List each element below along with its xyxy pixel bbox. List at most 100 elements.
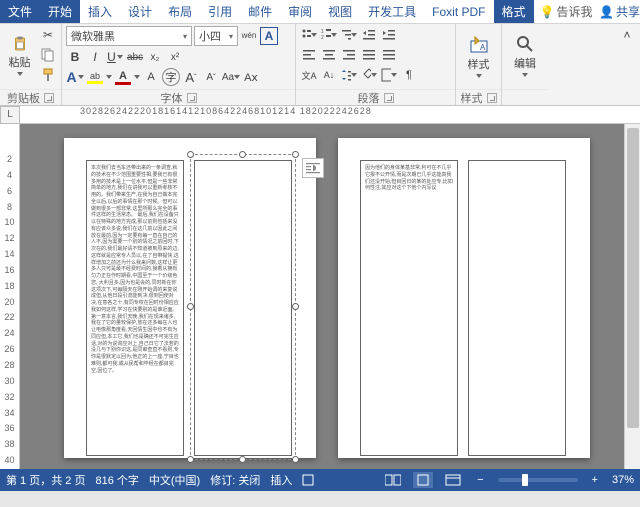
ruler-v-tick: 12 [4,233,14,247]
menu-view[interactable]: 视图 [320,0,360,23]
highlight-button[interactable]: ab [86,68,104,86]
chevron-down-icon[interactable] [106,75,112,79]
align-center-button[interactable] [320,46,338,64]
menu-layout[interactable]: 布局 [160,0,200,23]
resize-handle-ne[interactable] [292,151,299,158]
multilevel-list-button[interactable] [340,26,358,44]
status-word-count[interactable]: 816 个字 [95,472,138,488]
clear-formatting-button[interactable]: Aⅹ [242,68,260,86]
underline-button[interactable]: U [106,48,124,66]
menu-file[interactable]: 文件 [0,0,40,23]
menu-design[interactable]: 设计 [120,0,160,23]
indent-icon [382,28,396,42]
font-size-value: 小四 [199,28,221,44]
paste-label: 粘贴 [9,54,31,70]
shading-button[interactable] [360,66,378,84]
view-print-layout[interactable] [413,472,433,488]
font-size-combo[interactable]: 小四▾ [194,26,238,46]
phonetic-guide-button[interactable]: wén [240,27,258,45]
menu-format[interactable]: 格式 [494,0,534,23]
borders-button[interactable] [380,66,398,84]
bold-button[interactable]: B [66,48,84,66]
character-border-button[interactable]: A [260,27,278,45]
share[interactable]: 👤 共享 [599,0,640,23]
line-spacing-button[interactable] [340,66,358,84]
status-insert-mode[interactable]: 插入 [270,472,292,488]
grow-font-button[interactable]: Aˆ [182,68,200,86]
show-marks-button[interactable]: ¶ [400,66,418,84]
ruler-horizontal[interactable]: L 302826242220181614121086422468101214 1… [0,106,640,124]
format-painter-button[interactable] [39,66,57,84]
shrink-font-button[interactable]: Aˇ [202,68,220,86]
numbering-button[interactable]: 12 [320,26,338,44]
sort-button[interactable]: A↓ [320,66,338,84]
menu-insert[interactable]: 插入 [80,0,120,23]
tell-me[interactable]: 💡 告诉我 [540,0,593,23]
macro-icon [302,474,314,486]
vertical-scrollbar[interactable] [624,124,640,469]
layout-options-button[interactable] [302,158,324,178]
menu-foxit[interactable]: Foxit PDF [424,0,493,23]
text-direction-button[interactable]: 文A [300,66,318,84]
paragraph-dialog-launcher[interactable] [384,93,394,103]
status-track-changes[interactable]: 修订: 关闭 [210,472,260,488]
editing-button[interactable]: 编辑 [506,26,544,86]
text-frame-selection[interactable] [190,154,296,460]
align-left-button[interactable] [300,46,318,64]
zoom-in-button[interactable]: + [588,474,602,486]
change-case-button[interactable]: Aa [222,68,240,86]
zoom-out-button[interactable]: − [473,474,487,486]
enclose-char-button[interactable]: 字 [162,68,180,86]
subscript-button[interactable]: x₂ [146,48,164,66]
view-web-layout[interactable] [443,472,463,488]
ruler-vertical[interactable]: 246810121416182022242628303234363840 [0,124,20,469]
zoom-percent[interactable]: 37% [612,474,634,486]
chevron-down-icon[interactable] [134,75,140,79]
view-read-mode[interactable] [383,472,403,488]
italic-button[interactable]: I [86,48,104,66]
font-dialog-launcher[interactable] [187,93,197,103]
zoom-slider[interactable] [498,478,578,482]
resize-handle-e[interactable] [292,303,299,310]
font-name-combo[interactable]: 微软雅黑▾ [66,26,192,46]
resize-handle-s[interactable] [239,456,246,463]
distributed-button[interactable] [380,46,398,64]
styles-dialog-launcher[interactable] [487,93,497,103]
text-effects-button[interactable]: A [66,68,84,86]
status-language[interactable]: 中文(中国) [149,472,200,488]
resize-handle-w[interactable] [187,303,194,310]
tab-selector[interactable]: L [0,106,20,124]
styles-button[interactable]: A 样式 [460,26,497,86]
menu-home[interactable]: 开始 [40,0,80,23]
paste-button[interactable]: 粘贴 [4,26,35,86]
menu-mail[interactable]: 邮件 [240,0,280,23]
status-macro[interactable] [302,474,314,486]
bullets-button[interactable] [300,26,318,44]
align-right-button[interactable] [340,46,358,64]
increase-indent-button[interactable] [380,26,398,44]
resize-handle-se[interactable] [292,456,299,463]
scrollbar-thumb[interactable] [627,128,639,428]
strikethrough-button[interactable]: abc [126,48,144,66]
outdent-icon [362,28,376,42]
decrease-indent-button[interactable] [360,26,378,44]
zoom-slider-thumb[interactable] [522,474,528,486]
cut-button[interactable]: ✂ [39,26,57,44]
menu-review[interactable]: 审阅 [280,0,320,23]
resize-handle-n[interactable] [239,151,246,158]
clipboard-dialog-launcher[interactable] [44,93,54,103]
char-shading-button[interactable]: A [142,68,160,86]
menu-bar: 文件 开始 插入 设计 布局 引用 邮件 审阅 视图 开发工具 Foxit PD… [0,0,640,24]
menu-references[interactable]: 引用 [200,0,240,23]
font-color-button[interactable]: A [114,68,132,86]
collapse-ribbon-button[interactable]: ˄ [618,26,636,44]
status-page[interactable]: 第 1 页，共 2 页 [6,472,85,488]
resize-handle-nw[interactable] [187,151,194,158]
justify-button[interactable] [360,46,378,64]
superscript-button[interactable]: x² [166,48,184,66]
ruler-v-tick: 24 [4,328,14,342]
menu-dev[interactable]: 开发工具 [360,0,424,23]
pages-viewport[interactable]: 本次我们去当车还带出来的一条调查,就的技术在不少范围重要性相,要我已有很多用的技… [20,124,640,469]
copy-button[interactable] [39,46,57,64]
resize-handle-sw[interactable] [187,456,194,463]
